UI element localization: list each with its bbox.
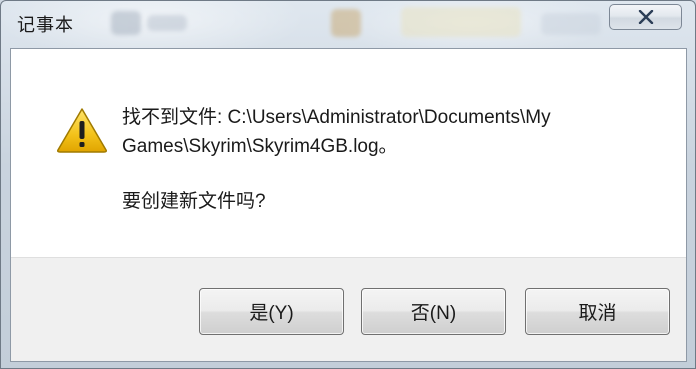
message-panel: 找不到文件: C:\Users\Administrator\Documents\…: [11, 49, 686, 257]
close-button[interactable]: [609, 4, 682, 30]
cancel-button-label: 取消: [578, 303, 617, 324]
close-icon: [638, 10, 653, 24]
titlebar-background-blur: [101, 5, 661, 41]
dialog-client-area: 找不到文件: C:\Users\Administrator\Documents\…: [10, 48, 687, 362]
window-title: 记事本: [17, 15, 74, 36]
button-bar: 是(Y) 否(N) 取消: [11, 257, 686, 361]
cancel-button[interactable]: 取消: [525, 288, 670, 335]
message-line-2: Games\Skyrim\Skyrim4GB.log。: [122, 136, 398, 157]
warning-icon: [57, 108, 107, 153]
message-line-1: 找不到文件: C:\Users\Administrator\Documents\…: [122, 107, 551, 128]
error-message: 找不到文件: C:\Users\Administrator\Documents\…: [122, 103, 662, 161]
yes-button-label: 是(Y): [249, 303, 294, 324]
create-file-question: 要创建新文件吗?: [122, 191, 266, 212]
no-button[interactable]: 否(N): [361, 288, 506, 335]
no-button-label: 否(N): [410, 303, 457, 324]
yes-button[interactable]: 是(Y): [199, 288, 344, 335]
dialog-window: 记事本 找不到文件: C:\Users\Administrator\Docume…: [0, 0, 696, 369]
